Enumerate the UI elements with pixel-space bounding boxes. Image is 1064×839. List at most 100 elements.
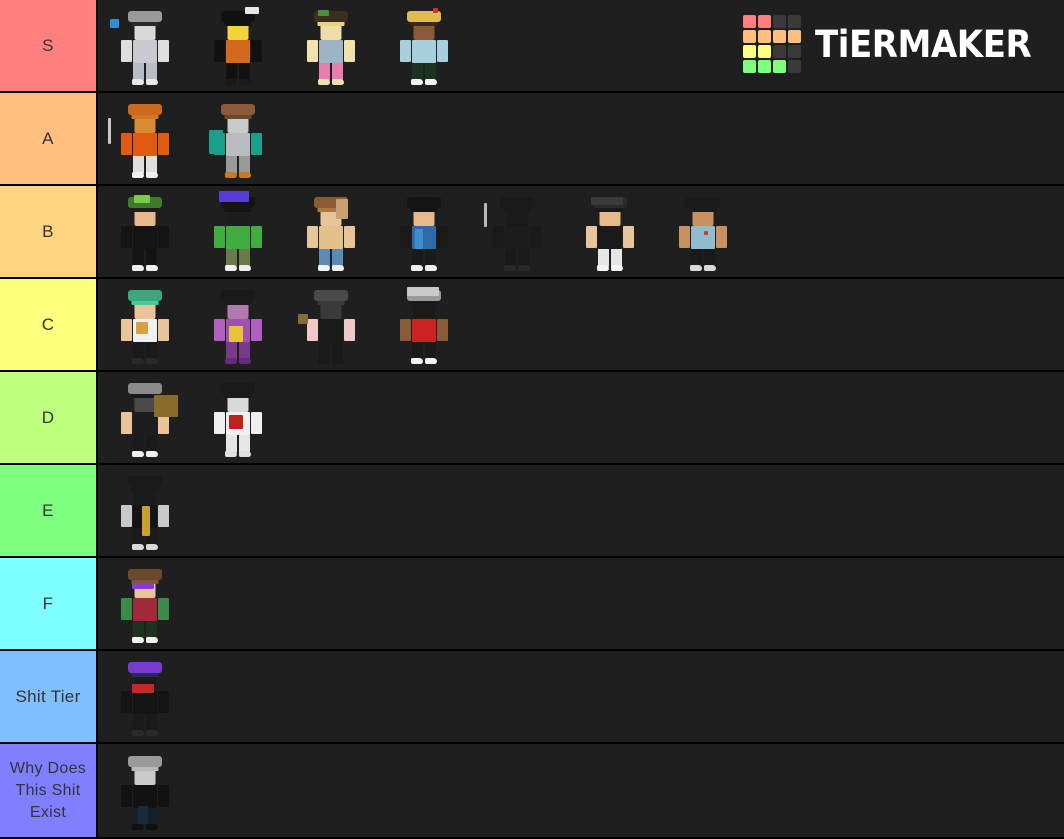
avatar-accessory bbox=[317, 9, 329, 16]
roblox-avatar-orange-hoodie-katana[interactable] bbox=[98, 93, 191, 184]
avatar-leg-right bbox=[145, 712, 157, 732]
avatar-shoe-left bbox=[131, 543, 144, 550]
avatar-leg-right bbox=[145, 433, 157, 453]
tiermaker-logo[interactable]: TiERMAKER bbox=[742, 15, 1050, 73]
avatar-accessory bbox=[414, 228, 423, 249]
avatar bbox=[106, 470, 184, 552]
logo-grid-cell-13 bbox=[757, 60, 771, 73]
roblox-avatar-green-crown-black-outfit[interactable] bbox=[98, 186, 191, 277]
roblox-avatar-black-mask-blue-jacket[interactable] bbox=[377, 186, 470, 277]
avatar-arm-right bbox=[157, 784, 169, 807]
tier-items-shit-tier[interactable] bbox=[98, 651, 1064, 742]
roblox-avatar-bucket-hat-white-pants[interactable] bbox=[563, 186, 656, 277]
avatar-shoe-left bbox=[131, 450, 144, 457]
avatar-leg-left bbox=[132, 247, 144, 267]
avatar-torso bbox=[318, 318, 343, 342]
avatar-leg-right bbox=[238, 340, 250, 360]
avatar-leg-right bbox=[238, 61, 250, 81]
avatar bbox=[385, 5, 463, 87]
tier-items-why-does-this-shit-exist[interactable] bbox=[98, 744, 1064, 837]
roblox-avatar-brown-pigtails-denim[interactable] bbox=[284, 186, 377, 277]
avatar-shoe-left bbox=[596, 264, 609, 271]
roblox-avatar-dark-ninja-sword[interactable] bbox=[470, 186, 563, 277]
avatar-shoe-left bbox=[410, 357, 423, 364]
roblox-avatar-tv-head-suit[interactable] bbox=[284, 279, 377, 370]
avatar-arm-right bbox=[157, 39, 169, 62]
tier-items-f[interactable] bbox=[98, 558, 1064, 649]
tier-label-s[interactable]: S bbox=[0, 0, 98, 91]
avatar-shoe-left bbox=[689, 264, 702, 271]
roblox-avatar-teal-jacket-helmet[interactable] bbox=[191, 93, 284, 184]
tier-label-d[interactable]: D bbox=[0, 372, 98, 463]
tier-label-a[interactable]: A bbox=[0, 93, 98, 184]
roblox-avatar-apex-jacket-wings[interactable] bbox=[98, 372, 191, 463]
avatar-leg-right bbox=[424, 247, 436, 267]
roblox-avatar-green-hair-white-tshirt[interactable] bbox=[98, 279, 191, 370]
tier-items-b[interactable] bbox=[98, 186, 1064, 277]
avatar-accessory bbox=[131, 582, 154, 589]
avatar-leg-right bbox=[517, 247, 529, 267]
roblox-avatar-bunny-ears-green-shirt[interactable] bbox=[191, 186, 284, 277]
avatar bbox=[106, 284, 184, 366]
tier-label-c[interactable]: C bbox=[0, 279, 98, 370]
avatar-arm-right bbox=[529, 225, 541, 248]
roblox-avatar-sunglasses-red-green-jacket[interactable] bbox=[98, 558, 191, 649]
roblox-avatar-white-shirt-red-heart[interactable] bbox=[191, 372, 284, 463]
logo-grid-cell-9 bbox=[757, 45, 771, 58]
avatar-leg-right bbox=[238, 154, 250, 174]
avatar-shoe-right bbox=[238, 264, 251, 271]
avatar-shoe-right bbox=[238, 171, 251, 178]
avatar-shoe-right bbox=[145, 729, 158, 736]
avatar-accessory bbox=[483, 202, 487, 227]
roblox-avatar-witch-hat-orange-shirt[interactable] bbox=[191, 0, 284, 91]
avatar-arm-right bbox=[436, 225, 448, 248]
avatar-shoe-right bbox=[517, 264, 530, 271]
roblox-avatar-red-shirt-black-mask[interactable] bbox=[377, 279, 470, 370]
tier-items-c[interactable] bbox=[98, 279, 1064, 370]
tier-label-e[interactable]: E bbox=[0, 465, 98, 556]
roblox-avatar-straw-hat-blue-shirt[interactable] bbox=[377, 0, 470, 91]
avatar bbox=[571, 191, 649, 273]
roblox-avatar-lightblue-shirt-black-hair[interactable] bbox=[656, 186, 749, 277]
avatar-accessory bbox=[244, 6, 259, 14]
avatar-torso bbox=[411, 39, 436, 63]
tier-label-b[interactable]: B bbox=[0, 186, 98, 277]
avatar-leg-right bbox=[145, 340, 157, 360]
roblox-avatar-purple-jacket-black-hair[interactable] bbox=[191, 279, 284, 370]
avatar-leg-right bbox=[145, 247, 157, 267]
avatar-shoe-left bbox=[317, 264, 330, 271]
avatar bbox=[292, 191, 370, 273]
avatar bbox=[106, 656, 184, 738]
tier-items-a[interactable] bbox=[98, 93, 1064, 184]
logo-grid-cell-0 bbox=[742, 15, 756, 28]
tier-label-f[interactable]: F bbox=[0, 558, 98, 649]
tier-row-c: C bbox=[0, 279, 1064, 372]
avatar-leg-right bbox=[238, 433, 250, 453]
roblox-avatar-pale-head-black-body[interactable] bbox=[98, 744, 191, 837]
tier-items-d[interactable] bbox=[98, 372, 1064, 463]
avatar-torso bbox=[318, 39, 343, 63]
tier-row-d: D bbox=[0, 372, 1064, 465]
tier-label-shit-tier[interactable]: Shit Tier bbox=[0, 651, 98, 742]
tier-items-e[interactable] bbox=[98, 465, 1064, 556]
avatar-arm-right bbox=[343, 318, 355, 341]
avatar-leg-left bbox=[411, 247, 423, 267]
avatar-torso bbox=[132, 225, 157, 249]
avatar-accessory bbox=[228, 325, 243, 342]
avatar bbox=[199, 190, 277, 273]
avatar-leg-right bbox=[145, 619, 157, 639]
avatar-accessory bbox=[406, 286, 439, 296]
avatar-accessory bbox=[297, 313, 308, 324]
avatar-shoe-left bbox=[131, 729, 144, 736]
avatar-leg-left bbox=[132, 61, 144, 81]
avatar-shoe-right bbox=[424, 78, 437, 85]
avatar-torso bbox=[411, 318, 436, 342]
roblox-avatar-blonde-pink-skirt[interactable] bbox=[284, 0, 377, 91]
roblox-avatar-black-hoodie-gold-chain[interactable] bbox=[98, 465, 191, 556]
avatar-leg-right bbox=[424, 340, 436, 360]
logo-grid-cell-1 bbox=[757, 15, 771, 28]
roblox-avatar-grey-overalls-bandana[interactable] bbox=[98, 0, 191, 91]
tier-label-why-does-this-shit-exist[interactable]: Why Does This Shit Exist bbox=[0, 744, 98, 837]
roblox-avatar-galaxy-helmet-red-bandana[interactable] bbox=[98, 651, 191, 742]
avatar-hat bbox=[406, 196, 441, 208]
